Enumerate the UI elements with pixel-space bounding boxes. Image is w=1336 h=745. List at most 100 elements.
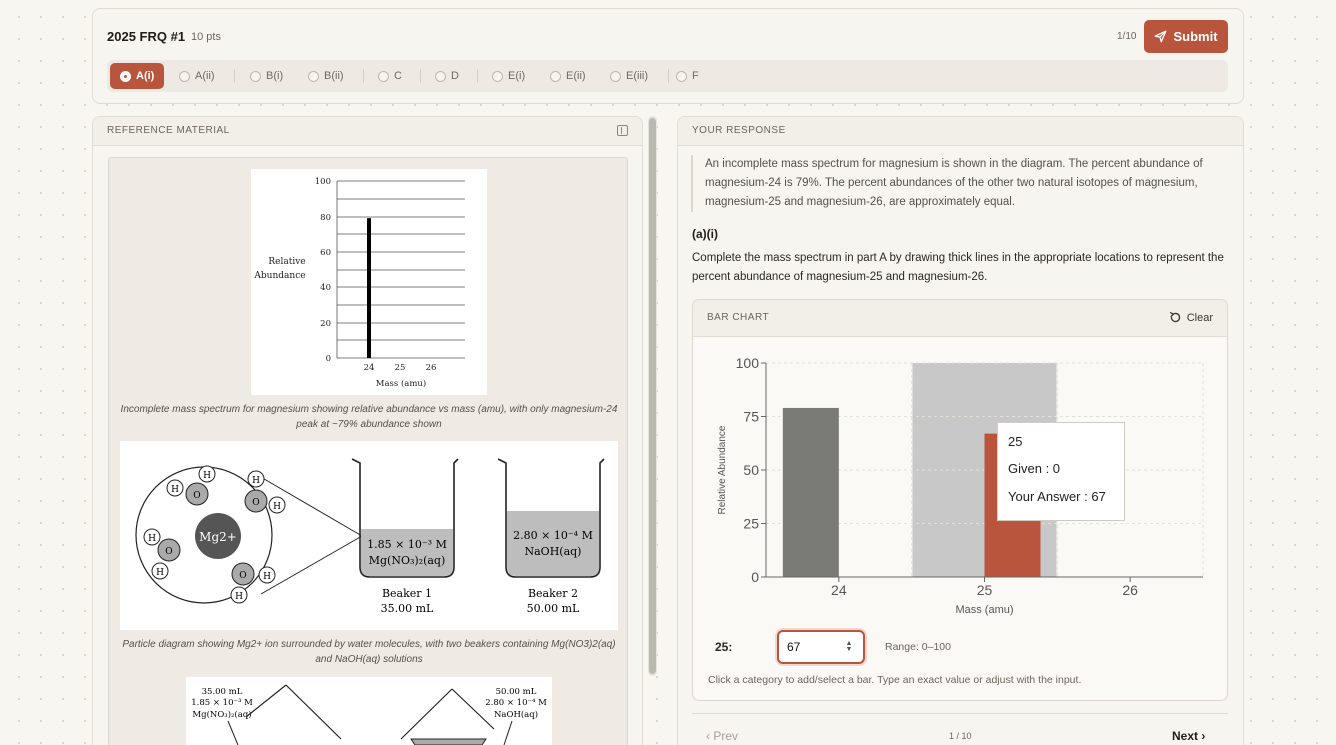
- submit-button[interactable]: Submit: [1144, 20, 1228, 53]
- y-tick-label: 20: [320, 319, 331, 329]
- value-input[interactable]: [787, 638, 837, 656]
- x-tick-label: 25: [977, 582, 993, 598]
- mass-spectrum-bars: [367, 218, 371, 358]
- scrollbar-thumb[interactable]: [649, 118, 656, 674]
- tab-label: E(ii): [566, 70, 586, 82]
- tab-divider: [420, 69, 421, 83]
- x-tick-label: 24: [364, 363, 375, 373]
- beaker-edge: [400, 688, 453, 740]
- atom-label: O: [165, 547, 172, 557]
- x-tick-label: 24: [831, 582, 847, 598]
- radio-icon: [308, 70, 319, 82]
- mass-spectrum-figure: 100 80 60 40 20 0 24 25 26 Mass (amu) Re…: [251, 169, 487, 395]
- atom-label: H: [171, 485, 179, 495]
- right-conc: 2.80 × 10⁻⁴ M: [485, 698, 547, 708]
- x-tick-label: 26: [1122, 582, 1138, 598]
- x-tick-label: 26: [426, 363, 437, 373]
- atom-label: H: [148, 534, 156, 544]
- tab-e-i[interactable]: E(i): [486, 63, 531, 89]
- clear-button[interactable]: Clear: [1169, 311, 1213, 324]
- next-button[interactable]: Next ›: [1172, 729, 1205, 743]
- tab-label: B(i): [266, 70, 284, 82]
- clear-label: Clear: [1186, 311, 1213, 324]
- part-label: (a)(i): [692, 227, 718, 241]
- beaker-edge: [285, 684, 342, 740]
- reference-scrollbar[interactable]: [648, 116, 657, 676]
- tab-a-i[interactable]: A(i): [110, 63, 165, 89]
- tab-label: B(ii): [324, 70, 344, 82]
- radio-icon: [435, 70, 446, 82]
- x-tick-label: 25: [395, 363, 406, 373]
- send-icon: [1155, 30, 1167, 43]
- range-hint: Range: 0–100: [885, 641, 951, 653]
- mass-peak-bar: [367, 218, 371, 358]
- response-panel: YOUR RESPONSE An incomplete mass spectru…: [677, 116, 1244, 745]
- atom-label: H: [156, 568, 164, 578]
- beaker1-solution: [361, 529, 453, 576]
- tab-label: A(i): [136, 70, 155, 82]
- y-tick-label: 40: [320, 283, 331, 293]
- atom-label: H: [252, 476, 260, 486]
- x-axis-label: Mass (amu): [955, 604, 1013, 616]
- mixing-diagram-figure: 35.00 mL 1.85 × 10⁻³ M Mg(NO₃)₂(aq) 50.0…: [186, 677, 552, 745]
- question-text: Complete the mass spectrum in part A by …: [692, 252, 1224, 283]
- tab-d[interactable]: D: [429, 63, 465, 89]
- y-tick-label: 60: [320, 248, 331, 258]
- frq-title: 2025 FRQ #1: [107, 29, 186, 44]
- footer-divider: [692, 713, 1228, 714]
- reference-content: 100 80 60 40 20 0 24 25 26 Mass (amu) Re…: [108, 157, 628, 745]
- radio-icon: [378, 70, 389, 82]
- tab-b-ii[interactable]: B(ii): [302, 63, 350, 89]
- radio-icon: [250, 70, 261, 82]
- y-tick-label: 25: [743, 516, 759, 532]
- tab-a-ii[interactable]: A(ii): [173, 63, 221, 89]
- y-tick-label: 100: [736, 355, 760, 371]
- label-leader: [503, 720, 513, 745]
- value-input-box[interactable]: ▲▼: [777, 630, 865, 664]
- tab-e-iii[interactable]: E(iii): [604, 63, 654, 89]
- beaker2-volume: 50.00 mL: [527, 602, 580, 615]
- collapse-panel-icon[interactable]: [617, 125, 628, 136]
- mg-ion-label: Mg2+: [199, 530, 237, 544]
- answer-bar-chart[interactable]: 0 25 50 75 100 24 25 26 Mass (amu) Relative Abund…: [693, 338, 1228, 628]
- tab-c[interactable]: C: [372, 63, 408, 89]
- page-indicator: 1 / 10: [949, 731, 972, 741]
- atom-label: H: [235, 592, 243, 602]
- x-axis-label: Mass (amu): [376, 378, 426, 389]
- tab-divider: [668, 69, 669, 83]
- particle-diagram-svg: Mg2+ O H H O H H O H H O H H 1.85 × 10⁻³…: [135, 458, 605, 615]
- tab-e-ii[interactable]: E(ii): [544, 63, 592, 89]
- reset-icon: [1169, 311, 1180, 323]
- tab-f[interactable]: F: [670, 63, 705, 89]
- prev-label: Prev: [713, 729, 739, 743]
- left-volume: 35.00 mL: [202, 687, 243, 697]
- y-tick-label: 0: [326, 354, 331, 364]
- beaker1-solution-label: Mg(NO₃)₂(aq): [369, 554, 446, 567]
- response-heading: YOUR RESPONSE: [692, 125, 786, 136]
- y-axis-label-line1: Relative: [268, 257, 305, 267]
- given-bar[interactable]: [782, 407, 839, 577]
- atom-label: O: [252, 498, 259, 508]
- submit-label: Submit: [1173, 29, 1218, 44]
- prev-button[interactable]: ‹ Prev: [706, 729, 738, 743]
- particle-diagram-figure: Mg2+ O H H O H H O H H O H H 1.85 × 10⁻³…: [120, 441, 618, 630]
- radio-icon: [550, 70, 561, 82]
- bar-tooltip: 25 Given : 0 Your Answer : 67: [997, 422, 1125, 521]
- mass-spectrum-svg: 100 80 60 40 20 0 24 25 26 Mass (amu) Re…: [253, 177, 465, 389]
- y-tick-label: 75: [743, 409, 759, 425]
- tooltip-answer: Your Answer : 67: [1008, 489, 1106, 504]
- tab-b-i[interactable]: B(i): [244, 63, 289, 89]
- bar-chart-header: BAR CHART Clear: [693, 300, 1227, 337]
- points-label: 10 pts: [191, 31, 221, 43]
- question-counter: 1/10: [1117, 31, 1137, 42]
- number-stepper-icon[interactable]: ▲ ▼: [843, 640, 855, 653]
- response-panel-header: YOUR RESPONSE: [678, 117, 1243, 146]
- poured-solution: [410, 738, 487, 745]
- beaker1-volume: 35.00 mL: [381, 602, 434, 615]
- value-editor-label: 25:: [715, 640, 733, 654]
- beaker2-name: Beaker 2: [528, 587, 578, 600]
- tab-label: E(i): [508, 70, 526, 82]
- beaker2-solution: [507, 511, 599, 576]
- atom-label: O: [193, 491, 200, 501]
- radio-icon: [120, 70, 131, 82]
